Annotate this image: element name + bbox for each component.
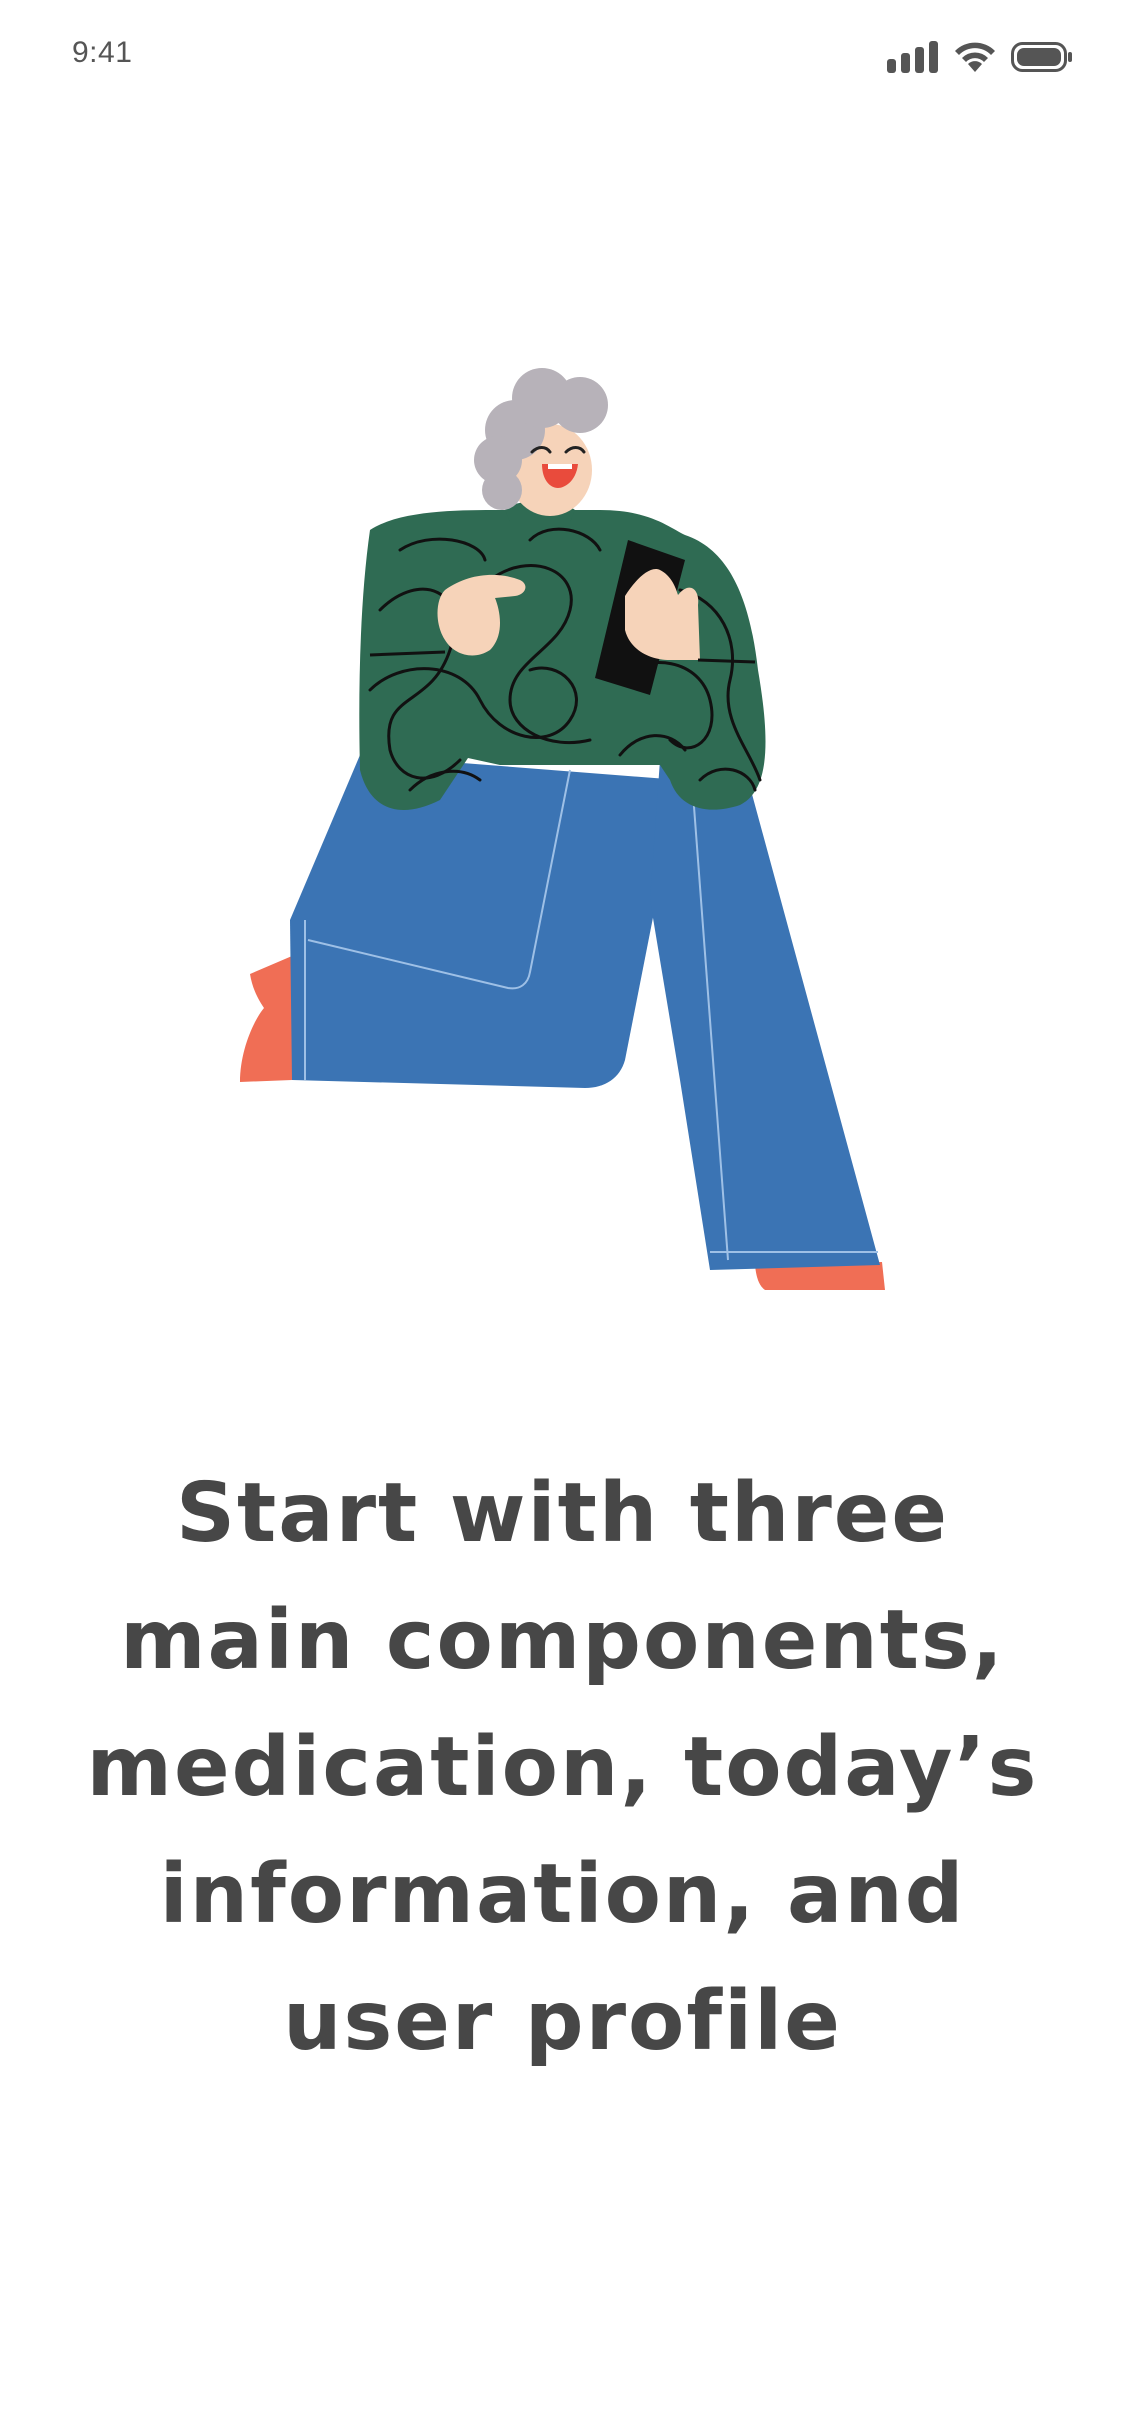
headline-line: user profile bbox=[283, 1974, 842, 2069]
status-icons bbox=[887, 40, 1073, 74]
left-leg bbox=[290, 755, 680, 1088]
headline-line: information, and bbox=[159, 1847, 966, 1942]
wifi-icon bbox=[953, 41, 997, 73]
headline-line: medication, today’s bbox=[86, 1720, 1039, 1815]
woman-with-phone-illustration bbox=[230, 360, 910, 1310]
status-bar: 9:41 bbox=[0, 0, 1125, 110]
status-time: 9:41 bbox=[72, 36, 133, 69]
cellular-signal-icon bbox=[887, 41, 939, 73]
battery-icon bbox=[1011, 41, 1073, 73]
left-shoe bbox=[240, 956, 292, 1082]
headline-line: Start with three bbox=[175, 1466, 949, 1561]
headline-line: main components, bbox=[120, 1593, 1005, 1688]
onboarding-headline: Start with three main components, medica… bbox=[60, 1450, 1065, 2085]
right-leg bbox=[650, 750, 880, 1270]
